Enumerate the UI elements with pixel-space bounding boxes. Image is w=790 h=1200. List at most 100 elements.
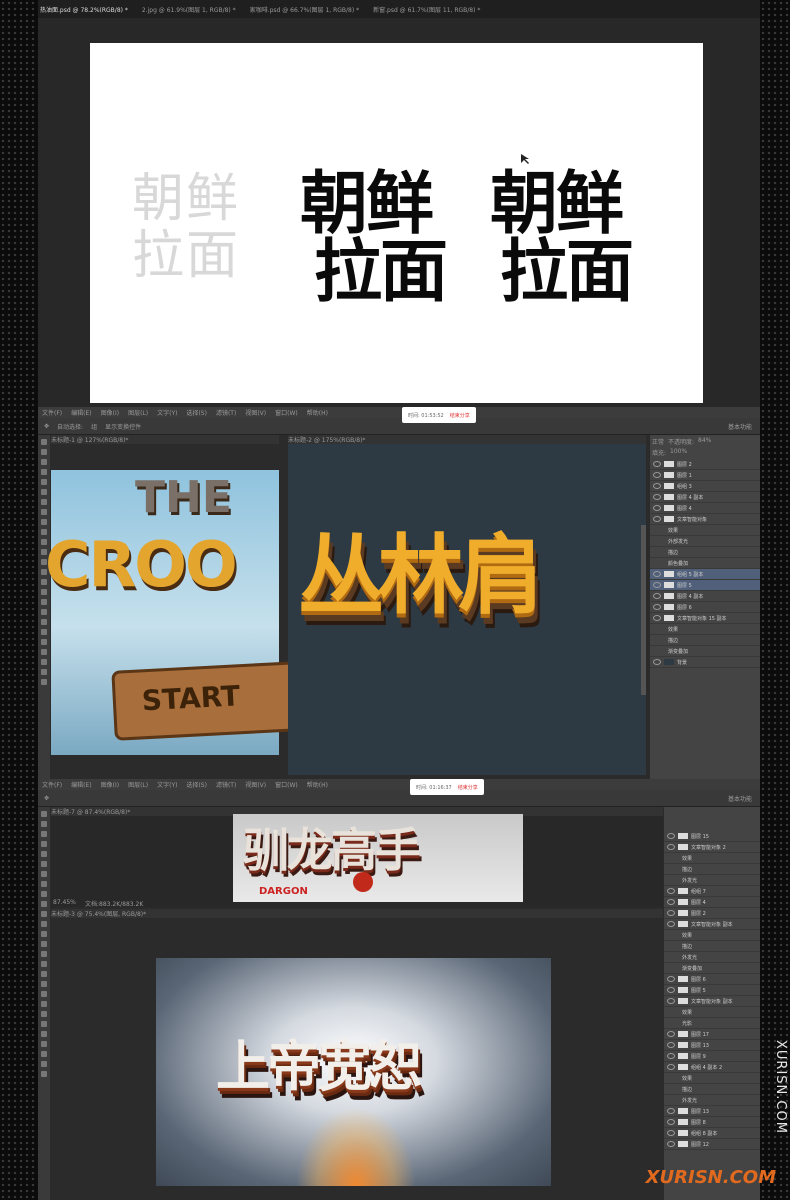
menu-edit[interactable]: 编辑(E) (71, 780, 91, 789)
eye-icon[interactable] (667, 987, 675, 993)
eye-icon[interactable] (667, 910, 675, 916)
layer-row[interactable]: 图层 5 (650, 580, 760, 591)
tool-icon[interactable] (41, 901, 47, 907)
layer-effect-row[interactable]: 外发光 (664, 952, 760, 963)
layer-effect-row[interactable]: 效果 (664, 853, 760, 864)
menu-image[interactable]: 图像(I) (101, 408, 119, 417)
tool-icon[interactable] (41, 519, 47, 525)
document-tab[interactable]: 2.jpg @ 61.9%(图层 1, RGB/8) * (142, 5, 236, 14)
layer-row[interactable]: 图层 4 副本 (650, 492, 760, 503)
layer-row[interactable]: 组组 8 副本 (664, 1128, 760, 1139)
scrollbar[interactable] (641, 525, 646, 695)
tool-icon[interactable] (41, 861, 47, 867)
eye-icon[interactable] (653, 582, 661, 588)
layer-effect-row[interactable]: 光影 (664, 1018, 760, 1029)
layer-row[interactable]: 图层 2 (650, 459, 760, 470)
menu-select[interactable]: 选择(S) (186, 408, 207, 417)
tool-icon[interactable] (41, 1031, 47, 1037)
eye-icon[interactable] (667, 976, 675, 982)
layer-row[interactable]: 文章智能对象 15 副本 (650, 613, 760, 624)
tool-icon[interactable] (41, 499, 47, 505)
layer-effect-row[interactable]: 描边 (650, 635, 760, 646)
tool-icon[interactable] (41, 479, 47, 485)
tool-icon[interactable] (41, 639, 47, 645)
layer-row[interactable]: 图层 13 (664, 1040, 760, 1051)
dragon-art-canvas[interactable]: 驯龙高手 DARGON (233, 814, 523, 902)
eye-icon[interactable] (653, 604, 661, 610)
layer-row[interactable]: 组组 5 副本 (650, 569, 760, 580)
layer-row[interactable]: 图层 6 (664, 974, 760, 985)
layer-effect-row[interactable]: 描边 (664, 864, 760, 875)
layer-effect-row[interactable]: 效果 (664, 1007, 760, 1018)
layer-row[interactable]: 图层 4 (650, 503, 760, 514)
tool-icon[interactable] (41, 1001, 47, 1007)
move-tool-icon[interactable]: ✥ (44, 795, 49, 802)
document-tab[interactable]: 热油面.psd @ 78.2%(RGB/8) * (40, 5, 128, 14)
eye-icon[interactable] (667, 833, 675, 839)
layer-row[interactable]: 图层 2 (664, 908, 760, 919)
tool-icon[interactable] (41, 981, 47, 987)
zoom-level[interactable]: 87.45% (53, 899, 76, 906)
layer-row[interactable]: 图层 13 (664, 1106, 760, 1117)
eye-icon[interactable] (653, 472, 661, 478)
layer-row[interactable]: 组组 4 副本 2 (664, 1062, 760, 1073)
tool-icon[interactable] (41, 951, 47, 957)
layer-row[interactable]: 图层 12 (664, 1139, 760, 1150)
menu-layer[interactable]: 图层(L) (128, 780, 148, 789)
menu-view[interactable]: 视图(V) (245, 780, 266, 789)
tool-icon[interactable] (41, 509, 47, 515)
tool-icon[interactable] (41, 921, 47, 927)
game-art-canvas[interactable]: THE CROO START (45, 470, 301, 755)
eye-icon[interactable] (667, 1130, 675, 1136)
layer-effect-row[interactable]: 渐变叠加 (650, 646, 760, 657)
eye-icon[interactable] (667, 921, 675, 927)
tool-icon[interactable] (41, 619, 47, 625)
tool-icon[interactable] (41, 871, 47, 877)
layer-row[interactable]: 图层 17 (664, 1029, 760, 1040)
layer-effect-row[interactable]: 效果 (664, 930, 760, 941)
tool-icon[interactable] (41, 469, 47, 475)
layer-row[interactable]: 图层 6 (650, 602, 760, 613)
tool-icon[interactable] (41, 941, 47, 947)
menu-image[interactable]: 图像(I) (101, 780, 119, 789)
layer-effect-row[interactable]: 描边 (650, 547, 760, 558)
layer-effect-row[interactable]: 描边 (664, 1084, 760, 1095)
menu-help[interactable]: 帮助(H) (307, 780, 328, 789)
eye-icon[interactable] (667, 1053, 675, 1059)
eye-icon[interactable] (653, 483, 661, 489)
document-tab[interactable]: 未标题-3 @ 75.4%(图层, RGB/8)* (51, 909, 663, 918)
tool-icon[interactable] (41, 881, 47, 887)
document-tab[interactable]: 家咖啡.psd @ 66.7%(图层 1, RGB/8) * (250, 5, 359, 14)
layer-row[interactable]: 组组 7 (664, 886, 760, 897)
menu-help[interactable]: 帮助(H) (307, 408, 328, 417)
layer-row[interactable]: 图层 5 (664, 985, 760, 996)
tool-icon[interactable] (41, 1051, 47, 1057)
menu-filter[interactable]: 滤镜(T) (216, 780, 236, 789)
eye-icon[interactable] (667, 998, 675, 1004)
eye-icon[interactable] (667, 844, 675, 850)
tool-icon[interactable] (41, 1021, 47, 1027)
layer-row[interactable]: 图层 9 (664, 1051, 760, 1062)
tool-icon[interactable] (41, 1061, 47, 1067)
menu-filter[interactable]: 滤镜(T) (216, 408, 236, 417)
menu-edit[interactable]: 编辑(E) (71, 408, 91, 417)
move-tool-icon[interactable]: ✥ (44, 423, 49, 430)
tool-icon[interactable] (41, 811, 47, 817)
document-tab[interactable]: 未标题-2 @ 175%(RGB/8)* (288, 435, 646, 444)
eye-icon[interactable] (667, 1064, 675, 1070)
menu-select[interactable]: 选择(S) (186, 780, 207, 789)
tool-icon[interactable] (41, 1011, 47, 1017)
layer-row[interactable]: 图层 4 副本 (650, 591, 760, 602)
layer-row[interactable]: 文章智能对象 (650, 514, 760, 525)
eye-icon[interactable] (653, 494, 661, 500)
eye-icon[interactable] (667, 1141, 675, 1147)
layer-row[interactable]: 图层 8 (664, 1117, 760, 1128)
tool-icon[interactable] (41, 679, 47, 685)
eye-icon[interactable] (653, 505, 661, 511)
god-forgive-canvas[interactable]: 上帝宽恕 (156, 958, 551, 1186)
tool-icon[interactable] (41, 609, 47, 615)
tool-icon[interactable] (41, 1041, 47, 1047)
tool-icon[interactable] (41, 459, 47, 465)
eye-icon[interactable] (667, 1031, 675, 1037)
eye-icon[interactable] (667, 1108, 675, 1114)
